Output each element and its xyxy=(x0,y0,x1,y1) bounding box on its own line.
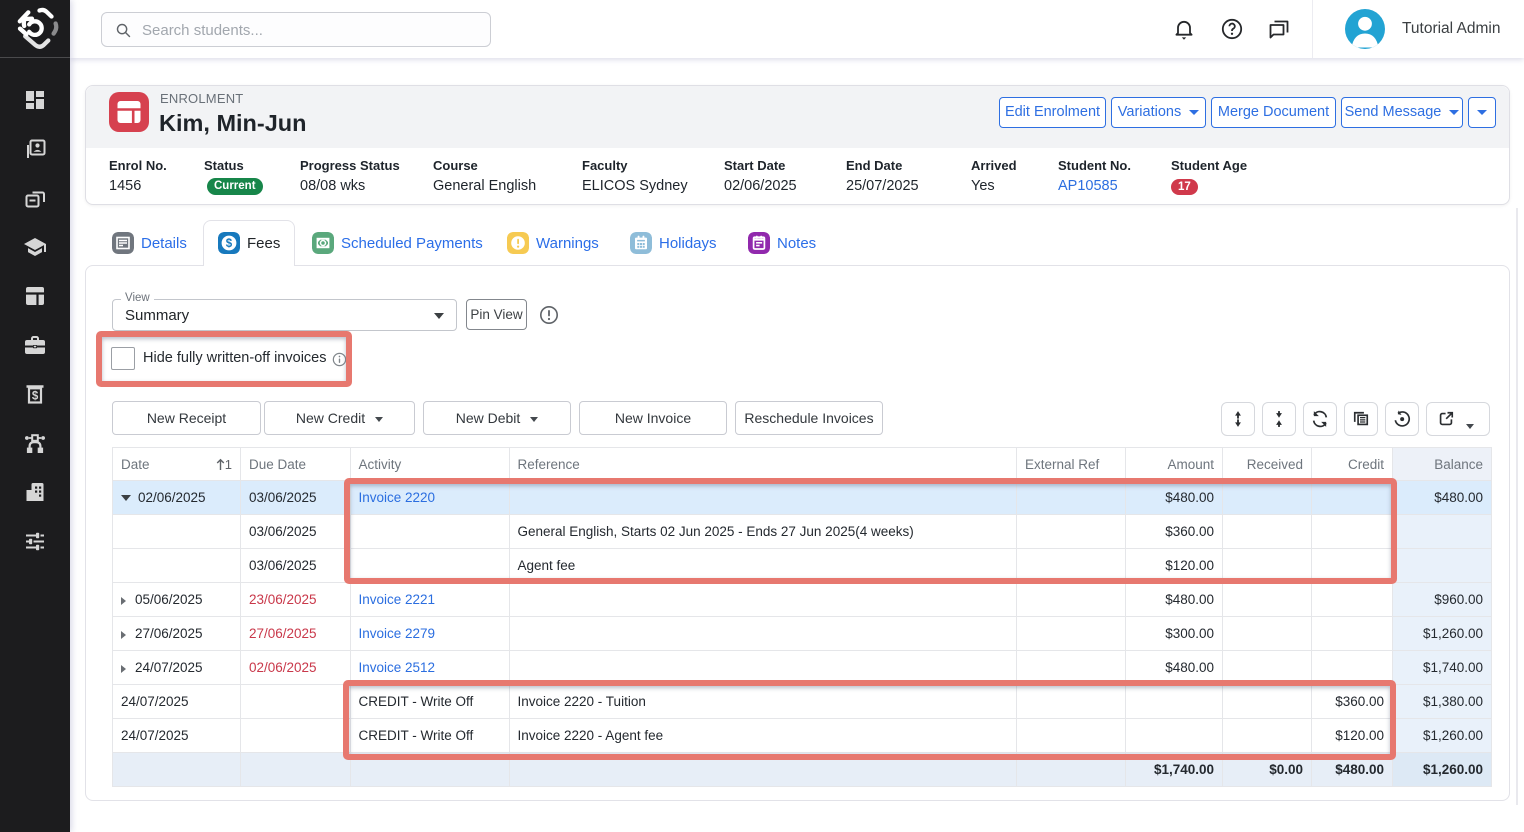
svg-text:$: $ xyxy=(226,238,233,250)
svg-text:$: $ xyxy=(32,390,39,402)
